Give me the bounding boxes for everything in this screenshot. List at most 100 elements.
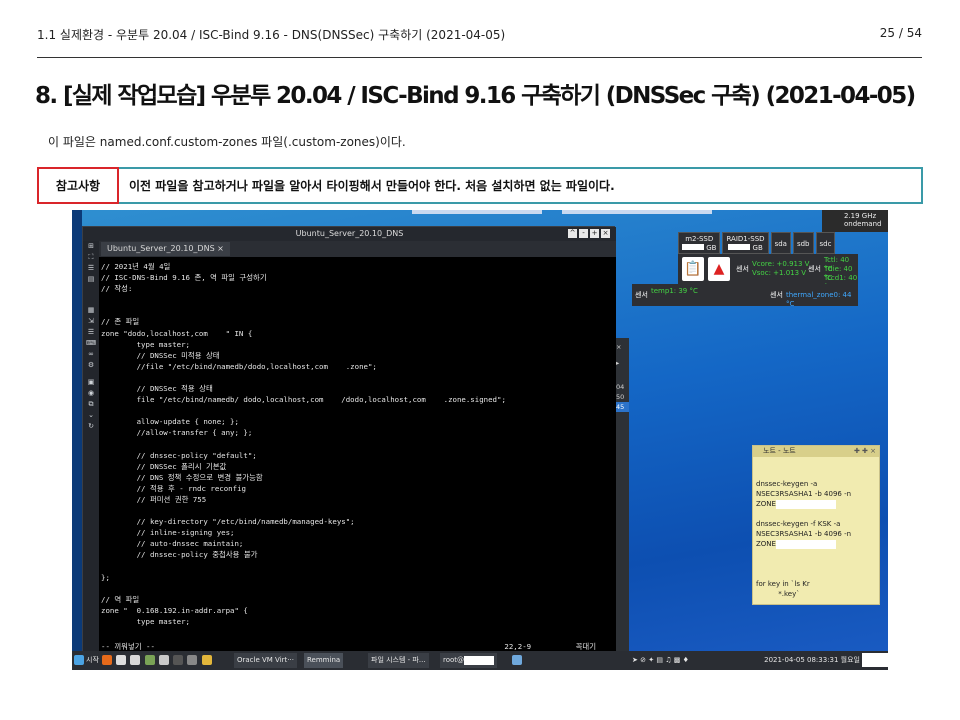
app-icon[interactable] xyxy=(512,655,522,665)
folder-icon[interactable] xyxy=(201,655,212,665)
disk-widgets: m2-SSD GB RAID1-SSD GB sda sdb sdc xyxy=(678,232,836,254)
network-antenna-icon[interactable]: ▲ xyxy=(708,257,730,281)
arrow-icon: ▸ xyxy=(616,359,620,367)
window-controls: ^ - + × xyxy=(568,229,610,238)
sticky-controls[interactable]: ✚ ✚ × xyxy=(854,447,876,455)
terminal-window[interactable]: Ubuntu_Server_20.10_DNS ^ - + × ⊞ ⛶ ☰ ▤ … xyxy=(82,226,616,655)
minimize-icon[interactable]: - xyxy=(579,229,588,238)
terminal-line: // 2021년 4월 4일 xyxy=(101,262,171,271)
keyboard-icon[interactable]: ⌨ xyxy=(83,338,99,349)
disk-sdc[interactable]: sdc xyxy=(815,232,836,254)
terminal-line: type master; xyxy=(101,617,190,626)
disk-m2-ssd[interactable]: m2-SSD GB xyxy=(678,232,721,254)
disk-sda[interactable]: sda xyxy=(770,232,791,254)
terminal-line: // 역 파일 xyxy=(101,594,140,604)
close-icon[interactable]: × xyxy=(615,342,629,352)
volume-icon[interactable]: ♫ xyxy=(665,656,671,664)
refresh-icon[interactable]: ↻ xyxy=(83,421,99,432)
menu-icon[interactable]: ☰ xyxy=(83,263,99,274)
calculator-icon[interactable] xyxy=(187,655,198,665)
partial-value-selected: 45 xyxy=(615,402,629,412)
desktop-left-edge xyxy=(72,210,82,670)
scale-icon[interactable]: ▦ xyxy=(83,305,99,316)
sticky-note[interactable]: 노트 - 노트 ✚ ✚ × dnssec-keygen -a NSEC3RSASH… xyxy=(752,445,880,605)
storage-icon[interactable]: ▤ xyxy=(656,656,663,664)
terminal-content[interactable]: // 2021년 4월 4일 // ISC-DNS-Bind 9.16 존, 역 … xyxy=(99,257,616,655)
screenshot-icon[interactable]: ▤ xyxy=(83,274,99,285)
terminal-line: // inline-signing yes; xyxy=(101,528,235,538)
task-file-manager[interactable]: 파일 시스템 - 파... xyxy=(368,653,429,668)
sensor-label: 센서 xyxy=(736,265,749,273)
tab-ubuntu-server[interactable]: Ubuntu_Server_20.10_DNS × xyxy=(101,242,230,256)
sensor-label: 센서 xyxy=(808,265,821,273)
redacted-block xyxy=(775,539,836,549)
partial-value: 04 xyxy=(616,383,625,391)
block-icon[interactable]: ⊘ xyxy=(640,656,646,664)
sticky-line: NSEC3RSASHA1 -b 4096 -n xyxy=(756,490,852,498)
terminal-icon[interactable] xyxy=(173,655,184,665)
terminal-toolbar: ⊞ ⛶ ☰ ▤ ▦ ⇲ ☰ ⌨ ∞ ⚙ ▣ ◉ ⧉ ⌄ ↻ xyxy=(83,241,99,655)
clipboard-tray-icon[interactable]: ▩ xyxy=(674,656,681,664)
sticky-line: NSEC3RSASHA1 -b 4096 -n xyxy=(756,530,852,538)
tray-arrow-icon[interactable]: ➤ xyxy=(632,656,638,664)
sticky-line: dnssec-keygen -f KSK -a xyxy=(756,520,841,528)
editor-icon[interactable] xyxy=(144,655,155,665)
display-icon[interactable]: ▣ xyxy=(83,377,99,388)
sensor-thermal-zone: thermal_zone0: 44 °C xyxy=(786,291,852,308)
wand-icon[interactable]: ✦ xyxy=(648,656,654,664)
disk-unit: GB xyxy=(752,244,763,252)
close-icon[interactable]: × xyxy=(601,229,610,238)
copy-icon[interactable]: ⧉ xyxy=(83,399,99,410)
chromium-icon[interactable] xyxy=(116,655,127,665)
camera-icon[interactable]: ◉ xyxy=(83,388,99,399)
sticky-line xyxy=(756,559,877,569)
sticky-line xyxy=(756,509,877,519)
resize-icon[interactable]: ⇲ xyxy=(83,316,99,327)
bell-icon[interactable]: ♦ xyxy=(683,656,689,664)
taskbar: 시작 Oracle VM Virt··· Remmina 파일 시스템 - 파.… xyxy=(72,651,888,670)
redacted-block xyxy=(862,653,888,667)
redacted-block xyxy=(464,655,495,665)
maximize-icon[interactable]: + xyxy=(590,229,599,238)
start-menu-button[interactable]: 시작 xyxy=(74,654,99,667)
terminal-line: // dnssec-policy "default"; xyxy=(101,450,257,460)
sensor-label: 센서 xyxy=(635,291,648,299)
task-virtualbox[interactable]: Oracle VM Virt··· xyxy=(234,653,297,668)
disk-raid1-ssd[interactable]: RAID1-SSD GB xyxy=(722,232,769,254)
document-icon[interactable] xyxy=(130,655,141,665)
new-tab-icon[interactable]: ⊞ xyxy=(83,241,99,252)
pin-icon[interactable]: ^ xyxy=(568,229,577,238)
sensor-temp1: temp1: 39 °C xyxy=(651,287,698,295)
task-remmina[interactable]: Remmina xyxy=(304,653,344,668)
disk-sdb[interactable]: sdb xyxy=(792,232,814,254)
terminal-line: // auto-dnssec maintain; xyxy=(101,539,244,549)
partial-value: 50 xyxy=(616,393,625,401)
sticky-content[interactable]: dnssec-keygen -a NSEC3RSASHA1 -b 4096 -n Z… xyxy=(753,457,879,599)
chevron-down-icon[interactable]: ⌄ xyxy=(83,410,99,421)
quick-launch xyxy=(102,654,214,667)
list-icon[interactable]: ☰ xyxy=(83,327,99,338)
firefox-icon[interactable] xyxy=(102,655,112,665)
fullscreen-icon[interactable]: ⛶ xyxy=(83,252,99,263)
cpu-freq-value: 2.19 GHz xyxy=(844,212,877,220)
terminal-line: // DNSSec 미적용 상태 xyxy=(101,350,220,360)
network-icon[interactable] xyxy=(158,655,169,665)
taskbar-clock[interactable]: 2021-04-05 08:33:31 월요일 xyxy=(764,654,860,667)
settings-icon[interactable]: ⚙ xyxy=(83,360,99,371)
background-window-sliver: × ▸ 04 50 45 xyxy=(615,338,629,660)
link-icon[interactable]: ∞ xyxy=(83,349,99,360)
page-title: 8. [실제 작업모습] 우분투 20.04 / ISC-Bind 9.16 구… xyxy=(35,83,916,109)
start-label: 시작 xyxy=(86,656,99,664)
background-window-edge xyxy=(562,210,712,214)
disk-usage-bar xyxy=(682,244,704,250)
task-terminal-root[interactable]: root@ xyxy=(440,653,498,668)
cpu-frequency-widget[interactable]: 2.19 GHz ondemand xyxy=(822,210,888,232)
note-box: 참고사항 이전 파일을 참고하거나 파일을 알아서 타이핑해서 만들어야 한다.… xyxy=(37,167,923,204)
terminal-line: // dnssec-policy 중첩사용 불가 xyxy=(101,550,258,560)
desktop-screenshot: 2.19 GHz ondemand m2-SSD GB RAID1-SSD GB… xyxy=(72,210,888,670)
clipboard-icon[interactable]: 📋 xyxy=(682,257,704,281)
